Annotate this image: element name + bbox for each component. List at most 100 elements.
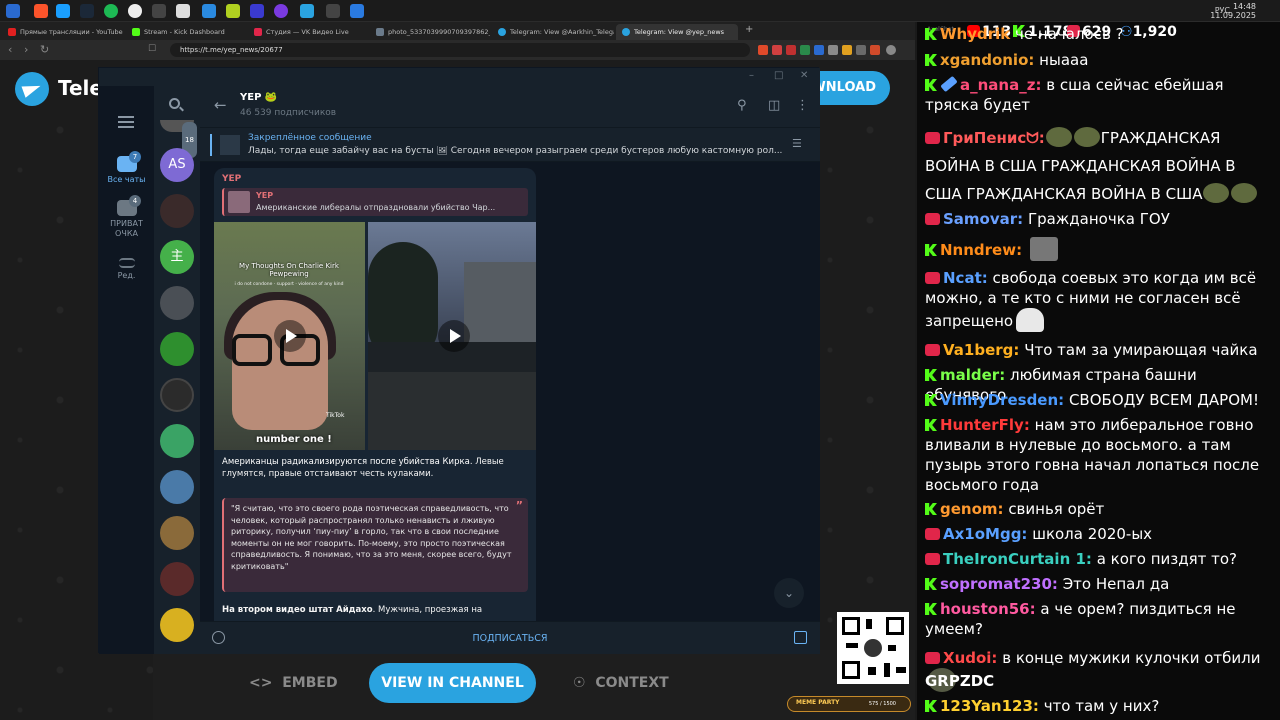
- url-input[interactable]: https://t.me/yep_news/20677: [170, 43, 750, 57]
- pinned-indicator: [210, 134, 212, 156]
- forward-icon[interactable]: ›: [24, 43, 28, 56]
- chat-avatar[interactable]: [160, 378, 194, 412]
- chat-avatar[interactable]: [160, 608, 194, 642]
- extension-icon[interactable]: [758, 45, 768, 55]
- app-icon[interactable]: [152, 4, 166, 18]
- telegram-logo-icon[interactable]: [15, 72, 49, 106]
- close-icon[interactable]: ✕: [800, 70, 808, 81]
- post-text-bold: На втором видео штат Айдахо: [222, 605, 373, 615]
- folder-all-chats[interactable]: 7 Все чаты: [99, 151, 154, 184]
- context-label: CONTEXT: [595, 675, 669, 691]
- frog-emote-icon: [1073, 127, 1100, 147]
- bookmark-icon[interactable]: ☐: [148, 44, 156, 54]
- menu-icon[interactable]: [886, 45, 896, 55]
- back-arrow-icon[interactable]: ←: [214, 96, 227, 114]
- tab-telegram-aarkhin[interactable]: Telegram: View @Aarkhin_Telega: [492, 24, 614, 40]
- obs-icon[interactable]: [128, 4, 142, 18]
- globe-icon: ☉: [573, 675, 596, 691]
- folder-private[interactable]: 4 ПРИВАТ ОЧКА: [99, 195, 154, 239]
- app-icon[interactable]: [326, 4, 340, 18]
- tab-label: Прямые трансляции - YouTube Stu: [20, 28, 124, 36]
- app-icon[interactable]: [250, 4, 264, 18]
- play-icon[interactable]: [438, 320, 470, 352]
- post-author[interactable]: YEP: [222, 174, 241, 184]
- pinned-thumbnail: [220, 135, 240, 155]
- sidebar-toggle-icon[interactable]: ◫: [768, 98, 780, 113]
- extension-icon[interactable]: [870, 45, 880, 55]
- extension-icon[interactable]: [786, 45, 796, 55]
- pinned-message[interactable]: Закреплённое сообщение Лады, тогда еще з…: [200, 128, 820, 162]
- reply-preview[interactable]: YEP Американские либералы отпраздновали …: [222, 188, 528, 216]
- emoji-icon[interactable]: [212, 631, 225, 644]
- chat-nick: a_nana_z:: [960, 76, 1042, 94]
- chat-text: школа 2020-ых: [1032, 525, 1153, 543]
- telegram-desktop-window: – □ ✕ 7 Все чаты 4 ПРИВАТ ОЧКА Ред. 18 A…: [98, 67, 820, 654]
- extension-icon[interactable]: [856, 45, 866, 55]
- chat-avatar[interactable]: [160, 194, 194, 228]
- extension-icon[interactable]: [842, 45, 852, 55]
- start-icon[interactable]: [6, 4, 20, 18]
- embed-button[interactable]: <> EMBED: [249, 675, 338, 691]
- chat-avatar[interactable]: [160, 470, 194, 504]
- new-tab-button[interactable]: +: [745, 24, 753, 35]
- steam-icon[interactable]: [80, 4, 94, 18]
- app-icon[interactable]: [226, 4, 240, 18]
- chat-avatar[interactable]: [160, 424, 194, 458]
- chat-message: houston56: а че орем? пиздиться не умеем…: [925, 599, 1277, 639]
- chat-message: 123Yan123: что там у них?: [925, 696, 1277, 716]
- extension-icon[interactable]: [800, 45, 810, 55]
- extension-icon[interactable]: [814, 45, 824, 55]
- maximize-icon[interactable]: □: [774, 70, 783, 81]
- chat-avatar[interactable]: [160, 516, 194, 550]
- chat-avatar[interactable]: [160, 286, 194, 320]
- telegram-taskbar-icon[interactable]: [300, 4, 314, 18]
- scroll-down-button[interactable]: ⌄: [774, 578, 804, 608]
- spotify-icon[interactable]: [104, 4, 118, 18]
- minimize-icon[interactable]: –: [749, 70, 754, 81]
- reply-thumbnail: [228, 191, 250, 213]
- chat-avatar[interactable]: AS: [160, 148, 194, 182]
- view-in-channel-button[interactable]: VIEW IN CHANNEL: [369, 663, 536, 703]
- app-icon[interactable]: [176, 4, 190, 18]
- brave-icon[interactable]: [34, 4, 48, 18]
- gift-icon[interactable]: [794, 631, 807, 644]
- channel-title[interactable]: YEP 🐸: [240, 92, 277, 103]
- tab-kick-dashboard[interactable]: Stream - Kick Dashboard: [126, 24, 246, 40]
- more-options-icon[interactable]: ⋮: [796, 98, 809, 113]
- tab-photo[interactable]: photo_5337039990709397862_w.jpg: [370, 24, 490, 40]
- chat-nick: malder:: [940, 366, 1006, 384]
- pinned-text: Лады, тогда еще забайчу вас на бусты 🖼 С…: [248, 146, 783, 156]
- chat-list: 18 AS 主: [154, 86, 200, 654]
- vk-video-icon: [254, 28, 262, 36]
- chat-avatar[interactable]: 主: [160, 240, 194, 274]
- quote-text: "Я считаю, что это своего рода поэтическ…: [231, 504, 512, 571]
- tab-label: Stream - Kick Dashboard: [144, 28, 225, 36]
- chat-avatar[interactable]: 18: [160, 120, 197, 158]
- tab-vk-studio[interactable]: Студия — VK Видео Live: [248, 24, 368, 40]
- reload-icon[interactable]: ↻: [40, 43, 49, 56]
- extension-icon[interactable]: [772, 45, 782, 55]
- app-icon[interactable]: [274, 4, 288, 18]
- tab-telegram-yep-news[interactable]: Telegram: View @yep_news: [616, 24, 738, 40]
- context-button[interactable]: ☉ CONTEXT: [573, 675, 669, 691]
- clock[interactable]: 14:48 11.09.2025: [1210, 2, 1256, 20]
- subscribe-button[interactable]: ПОДПИСАТЬСЯ: [200, 622, 820, 654]
- video-tiktok[interactable]: My Thoughts On Charlie Kirk Pewpewing i …: [214, 222, 365, 450]
- app-icon[interactable]: [350, 4, 364, 18]
- app-icon[interactable]: [202, 4, 216, 18]
- folder-edit[interactable]: Ред.: [99, 258, 154, 280]
- search-icon[interactable]: [169, 98, 180, 109]
- search-icon[interactable]: ⚲: [737, 98, 747, 113]
- tab-youtube-studio[interactable]: Прямые трансляции - YouTube Stu: [2, 24, 124, 40]
- folder-label: ПРИВАТ ОЧКА: [110, 219, 143, 238]
- play-icon[interactable]: [274, 320, 306, 352]
- extension-icon[interactable]: [828, 45, 838, 55]
- pinned-list-icon[interactable]: ☰: [792, 137, 802, 150]
- video-street[interactable]: [368, 222, 536, 450]
- app-icon[interactable]: [56, 4, 70, 18]
- chat-avatar[interactable]: [160, 562, 194, 596]
- back-icon[interactable]: ‹: [8, 43, 12, 56]
- chat-avatar[interactable]: [160, 332, 194, 366]
- post-text-rest: . Мужчина, проезжая на: [372, 605, 483, 615]
- hamburger-menu-icon[interactable]: [118, 116, 134, 128]
